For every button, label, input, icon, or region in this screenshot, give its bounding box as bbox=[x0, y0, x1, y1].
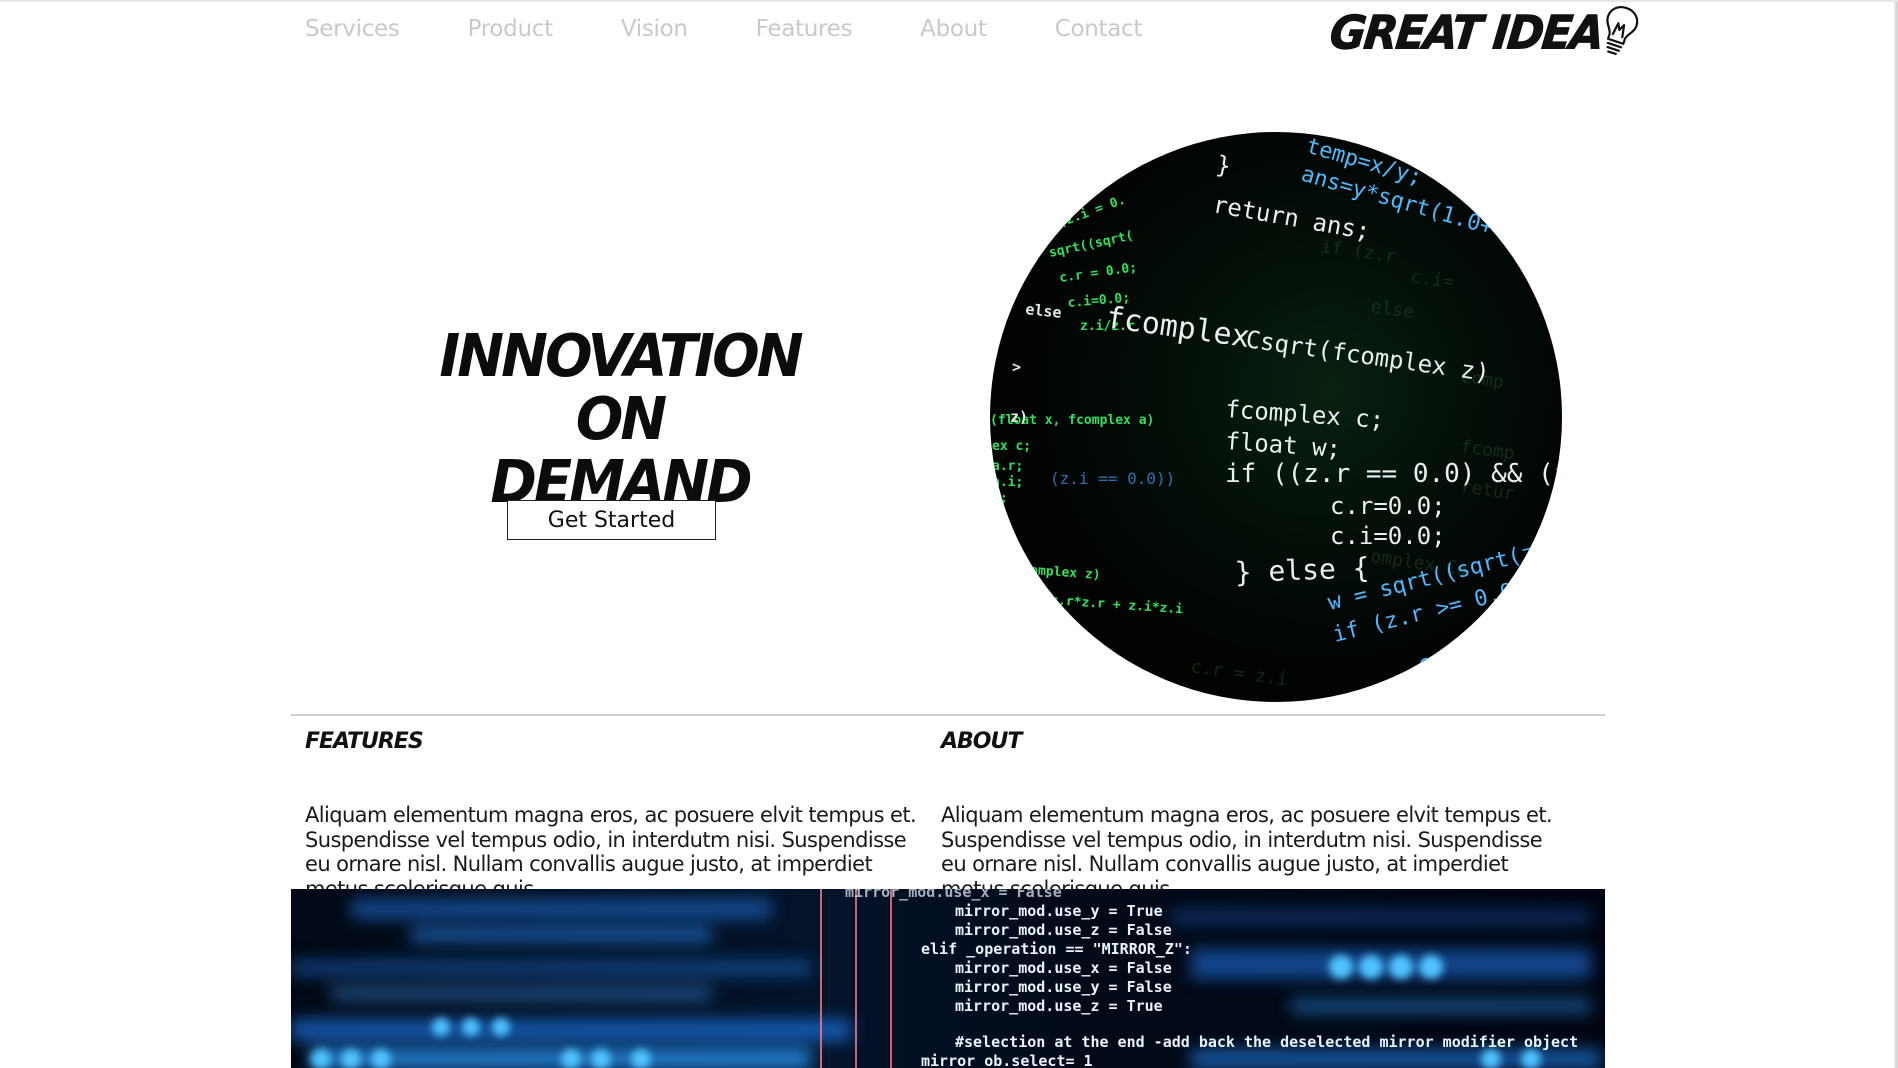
get-started-button[interactable]: Get Started bbox=[507, 500, 716, 540]
svg-text:} else {: } else { bbox=[1234, 551, 1370, 589]
banner-code-line-1: mirror_mod.use_y = True bbox=[955, 902, 1163, 920]
page: Services Product Vision Features About C… bbox=[0, 0, 1898, 1068]
banner-code-line-7: #selection at the end -add back the dese… bbox=[955, 1033, 1578, 1051]
nav-link-services[interactable]: Services bbox=[305, 16, 400, 42]
banner-code-line-6: mirror_mod.use_z = True bbox=[955, 997, 1163, 1015]
hero-title: INNOVATION ON DEMAND bbox=[420, 321, 820, 514]
banner-code-line-8: mirror_ob.select= 1 bbox=[921, 1052, 1093, 1068]
about-heading: ABOUT bbox=[941, 729, 1022, 754]
features-body: Aliquam elementum magna eros, ac posuere… bbox=[305, 803, 917, 901]
banner-graphic: mirror_mod.use_x = False mirror_mod.use_… bbox=[291, 889, 1601, 1068]
svg-text:a.r;: a.r; bbox=[992, 459, 1023, 474]
nav-link-about[interactable]: About bbox=[920, 16, 987, 42]
nav-link-product[interactable]: Product bbox=[468, 16, 554, 42]
svg-text:ex c;: ex c; bbox=[992, 439, 1031, 454]
svg-text:z): z) bbox=[1010, 408, 1028, 426]
code-banner-image: mirror_mod.use_x = False mirror_mod.use_… bbox=[291, 889, 1605, 1068]
svg-text:a.i;: a.i; bbox=[992, 475, 1023, 490]
svg-text:c.r=0.0;: c.r=0.0; bbox=[1330, 492, 1446, 520]
page-scroll-edge bbox=[1894, 2, 1898, 1068]
banner-code-line-5: mirror_mod.use_y = False bbox=[955, 978, 1172, 996]
section-divider bbox=[291, 714, 1605, 716]
nav-link-features[interactable]: Features bbox=[756, 16, 853, 42]
nav-link-vision[interactable]: Vision bbox=[621, 16, 688, 42]
hero-title-line-1: INNOVATION bbox=[439, 321, 803, 391]
svg-text:else: else bbox=[1025, 300, 1063, 322]
about-section: ABOUT Aliquam elementum magna eros, ac p… bbox=[941, 727, 1561, 901]
nav-link-contact[interactable]: Contact bbox=[1055, 16, 1143, 42]
banner-code-line-3: elif _operation == "MIRROR_Z": bbox=[921, 940, 1192, 958]
svg-text:mirror_mod.use_x = False: mirror_mod.use_x = False bbox=[845, 889, 1062, 901]
about-body: Aliquam elementum magna eros, ac posuere… bbox=[941, 803, 1553, 901]
hero-title-line-2: ON bbox=[575, 384, 667, 454]
svg-text:(z.i == 0.0)): (z.i == 0.0)) bbox=[1050, 469, 1175, 488]
banner-code-line-2: mirror_mod.use_z = False bbox=[955, 921, 1172, 939]
brand-logo[interactable]: GREAT IDEA bbox=[1327, 4, 1640, 64]
svg-text:if ((z.r == 0.0) && (z.i == 0.: if ((z.r == 0.0) && (z.i == 0.0)) { bbox=[1225, 459, 1562, 489]
main-nav: Services Product Vision Features About C… bbox=[305, 16, 1210, 42]
code-image-graphic: if (z.r Comp c.i= fcomp retur omplex Co … bbox=[990, 132, 1562, 702]
lightbulb-icon bbox=[1606, 6, 1639, 56]
svg-text:c;: c; bbox=[992, 491, 1008, 506]
features-heading: FEATURES bbox=[305, 729, 424, 754]
hero-code-image: if (z.r Comp c.i= fcomp retur omplex Co … bbox=[990, 132, 1562, 702]
svg-text:c.i=0.0;: c.i=0.0; bbox=[1330, 522, 1446, 550]
banner-code-line-4: mirror_mod.use_x = False bbox=[955, 959, 1172, 977]
svg-text:>: > bbox=[1012, 358, 1021, 376]
brand-logo-text: GREAT IDEA bbox=[1327, 6, 1606, 61]
features-section: FEATURES Aliquam elementum magna eros, a… bbox=[305, 727, 925, 901]
